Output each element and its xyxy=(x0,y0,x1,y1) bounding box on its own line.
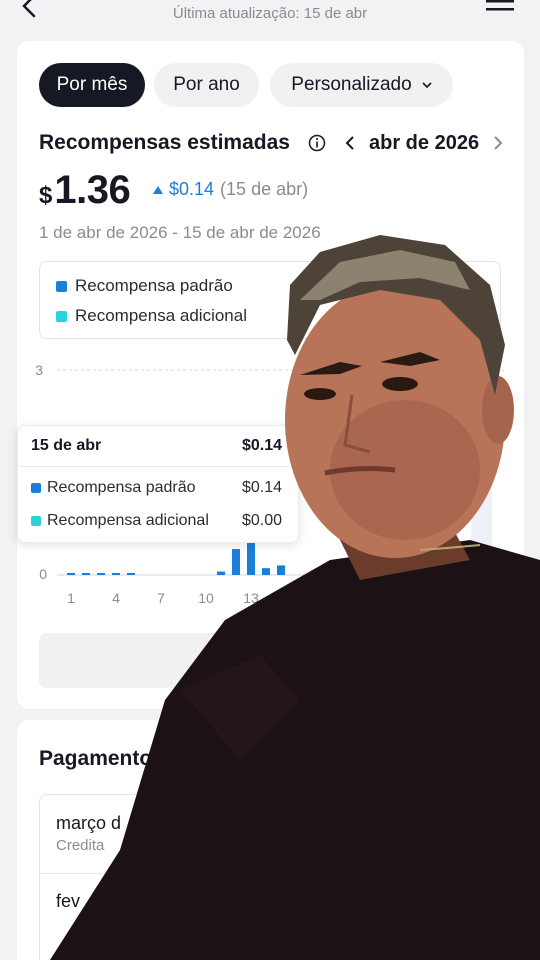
bar-standard-1 xyxy=(67,573,75,575)
amount-value: 1.36 xyxy=(54,168,131,212)
bar-standard-12 xyxy=(232,549,240,575)
tooltip-additional-value: $0.00 xyxy=(241,512,282,529)
bar-standard-3 xyxy=(97,573,105,575)
bar-standard-2 xyxy=(82,573,90,575)
payments-list: março d Credita fev xyxy=(39,794,501,960)
bar-standard-4 xyxy=(112,573,120,575)
section-title: Recompensas estimadas xyxy=(39,131,290,154)
payment-month: fev xyxy=(56,891,81,911)
y-tick-3: 3 xyxy=(35,362,43,378)
tooltip-total: $0.14 xyxy=(241,437,282,454)
chevron-right-icon[interactable] xyxy=(491,135,505,151)
tooltip-standard-value: $0.14 xyxy=(241,479,282,496)
hamburger-menu-icon[interactable] xyxy=(486,0,516,12)
payment-month: março d xyxy=(56,813,122,833)
bar-standard-13 xyxy=(247,540,255,575)
total-amount: $ 1.36 xyxy=(39,168,131,213)
tooltip-date: 15 de abr xyxy=(31,437,102,454)
delta-date: (15 de abr) xyxy=(220,179,309,199)
last-update-text: Última atualização: 15 de abr xyxy=(172,5,368,22)
tooltip-additional-label: Recompensa adicional xyxy=(47,512,209,529)
payments-card: Pagamento março d Credita fev xyxy=(17,720,524,960)
triangle-up-icon xyxy=(153,185,163,194)
legend-additional: Recompensa adicional xyxy=(56,306,247,326)
tab-personalizado[interactable]: Personalizado xyxy=(270,63,453,107)
y-tick-0: 0 xyxy=(39,566,47,582)
rewards-card: Por mês Por ano Personalizado Recompensa… xyxy=(17,41,524,709)
delta-value: $0.14 xyxy=(169,179,215,199)
chevron-down-icon xyxy=(422,82,432,89)
month-selector[interactable]: abr de 2026 xyxy=(369,132,479,155)
tooltip-divider xyxy=(18,466,298,467)
x-tick-4: 4 xyxy=(112,590,120,606)
chart-legend: Recompensa padrão Recompensa adicional 6 xyxy=(39,261,501,339)
payment-status: Credita xyxy=(56,837,105,854)
x-tick-10: 10 xyxy=(198,590,214,606)
x-tick-7: 7 xyxy=(157,590,165,606)
highlight-column xyxy=(471,370,492,575)
chevron-left-icon[interactable] xyxy=(343,135,357,151)
x-tick-1: 1 xyxy=(67,590,75,606)
tooltip-swatch-additional xyxy=(31,516,41,526)
legend-swatch-additional xyxy=(56,310,67,322)
x-tick-13: 13 xyxy=(243,590,259,606)
list-item[interactable]: março d Credita xyxy=(56,813,121,854)
view-details-button[interactable]: Ve xyxy=(39,633,501,688)
currency-symbol: $ xyxy=(39,182,53,209)
delta-indicator: $0.14 (15 de abr) xyxy=(153,179,308,200)
bar-standard-5 xyxy=(127,573,135,575)
legend-additional-label: Recompensa adicional xyxy=(75,306,247,325)
legend-right-value: 6 xyxy=(474,277,484,296)
tooltip-swatch-standard xyxy=(31,483,41,493)
bar-standard-14 xyxy=(262,568,270,575)
list-item[interactable]: fev xyxy=(56,891,80,912)
tooltip-row-additional: Recompensa adicional $0.00 xyxy=(31,512,282,530)
list-divider xyxy=(40,873,500,874)
bar-standard-15 xyxy=(277,565,285,575)
legend-standard: Recompensa padrão xyxy=(56,276,233,296)
tooltip-row-standard: Recompensa padrão $0.14 xyxy=(31,479,282,497)
bar-standard-11 xyxy=(217,571,225,575)
tab-por-ano[interactable]: Por ano xyxy=(154,63,259,107)
tab-por-mes[interactable]: Por mês xyxy=(39,63,145,107)
legend-standard-label: Recompensa padrão xyxy=(75,276,233,295)
legend-swatch-standard xyxy=(56,280,67,292)
date-range: 1 de abr de 2026 - 15 de abr de 2026 xyxy=(39,223,321,242)
top-bar: Última atualização: 15 de abr xyxy=(0,0,540,36)
info-icon[interactable] xyxy=(308,134,326,152)
payments-title: Pagamento xyxy=(39,747,153,770)
tooltip-standard-label: Recompensa padrão xyxy=(47,479,196,496)
chart-tooltip: 15 de abr $0.14 Recompensa padrão $0.14 … xyxy=(17,425,299,543)
tab-personalizado-label: Personalizado xyxy=(291,74,412,95)
